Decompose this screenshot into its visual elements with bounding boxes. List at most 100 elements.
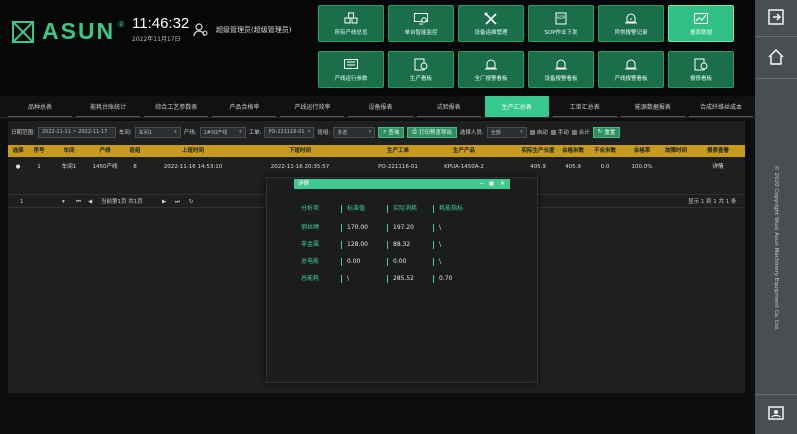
user-info[interactable]: 超级管理员(超级管理员) — [192, 22, 291, 38]
shift-label: 班组: — [317, 130, 331, 136]
dialog-title: 详情 — [298, 181, 310, 187]
tile-production-board[interactable]: 生产看板 — [388, 51, 454, 88]
column-header[interactable]: 下班时间 — [289, 145, 311, 157]
chevron-down-icon: ▾ — [368, 129, 372, 135]
close-icon[interactable]: ✕ — [499, 180, 506, 187]
dashboard-clock-icon — [414, 58, 428, 70]
home-icon — [768, 49, 784, 65]
column-separator — [433, 241, 434, 249]
tile-repair-board[interactable]: 报修看板 — [668, 51, 734, 88]
column-header[interactable]: 合格米数 — [562, 145, 584, 157]
table-header: 选择 序号 车间 产线 班组 上班时间 下班时间 生产工单 生产产品 实际生产长度 合格米数 不合米数… — [8, 145, 745, 157]
tab-3[interactable]: 产品合格率 — [212, 96, 277, 117]
workshop-select[interactable]: 车间1 ▾ — [134, 126, 181, 138]
person-select[interactable]: 全部 ▾ — [486, 126, 527, 138]
tile-report-data[interactable]: 报表数据 — [668, 5, 734, 42]
refresh-icon[interactable]: ↻ — [189, 195, 194, 209]
logo-mark-icon — [12, 20, 34, 43]
next-page-icon[interactable]: ▶ — [162, 195, 166, 209]
column-header[interactable]: 上班时间 — [182, 145, 204, 157]
brand-name: ASUN — [42, 18, 116, 44]
tile-plant-alarm-board[interactable]: 全厂报警看板 — [458, 51, 524, 88]
shift-select[interactable]: 多选 ▾ — [333, 126, 376, 138]
column-separator — [433, 205, 434, 213]
manual-checkbox[interactable]: 手动 — [550, 128, 569, 136]
tile-sop[interactable]: SOP SOP作业下发 — [528, 5, 594, 42]
column-header[interactable]: 车间 — [63, 145, 74, 157]
report-chart-icon — [694, 12, 708, 24]
tab-0[interactable]: 品种总表 — [8, 96, 73, 117]
table-row[interactable]: ● 1 车间1 1450产线 8 2022-11-16 14:53:10 2022-11-1… — [8, 161, 745, 173]
tab-1[interactable]: 能耗台账统计 — [76, 96, 141, 117]
table-cell: PO-221116-01 — [378, 164, 418, 170]
person-label: 选择人员: — [459, 130, 484, 136]
table-cell: 405.9 — [530, 164, 546, 170]
minimize-icon[interactable]: − — [478, 180, 485, 187]
prev-page-icon[interactable]: ◀ — [88, 195, 92, 209]
clock-date: 2022年11月17日 — [132, 36, 181, 43]
user-icon — [193, 23, 208, 37]
column-header[interactable]: 实际生产长度 — [521, 145, 554, 157]
order-select[interactable]: PO-221116-01 ▾ — [264, 126, 315, 138]
tab-7[interactable]: 生产汇总表 — [484, 96, 549, 117]
dialog-cell: 128.00 — [347, 241, 368, 248]
tile-line-params[interactable]: 产线运行参数 — [318, 51, 384, 88]
tab-2[interactable]: 综合工艺参数表 — [144, 96, 209, 117]
last-page-icon[interactable]: ⏭ — [175, 195, 180, 209]
panel-settings-icon — [344, 58, 358, 69]
clock: 11:46:32 2022年11月17日 — [132, 15, 189, 43]
column-header[interactable]: 合格率 — [634, 145, 651, 157]
tile-equipment-alarm-board[interactable]: 设备报警看板 — [528, 51, 594, 88]
tab-4[interactable]: 产线运行效率 — [280, 96, 345, 117]
tile-alarm-records[interactable]: 异常报警记录 — [598, 5, 664, 42]
alarm-board-icon — [555, 59, 567, 69]
sidebar-divider — [755, 394, 797, 395]
line-label: 产线: — [183, 130, 197, 136]
tab-6[interactable]: 试验报表 — [416, 96, 481, 117]
column-header[interactable]: 选择 — [12, 145, 23, 157]
line-select[interactable]: 1#50产线 ▾ — [199, 126, 246, 138]
dialog-cell: 0.00 — [347, 258, 361, 265]
auto-checkbox[interactable]: 自动 — [529, 128, 548, 136]
table-cell: 0.0 — [600, 164, 610, 170]
dialog-cell: 非金属 — [301, 241, 320, 248]
details-link[interactable]: 详情 — [712, 161, 723, 173]
total-checkbox[interactable]: 合计 — [571, 128, 590, 136]
column-header[interactable]: 序号 — [33, 145, 44, 157]
column-header[interactable]: 生产工单 — [387, 145, 409, 157]
column-header[interactable]: 生产产品 — [453, 145, 475, 157]
tab-10[interactable]: 合成纤维丝成本 — [688, 96, 754, 117]
row-radio[interactable]: ● — [16, 161, 21, 173]
filter-bar: 日期范围: 2022-11-11 ~ 2022-11-17 车间: 车间1 ▾ 产… — [8, 125, 745, 139]
column-header[interactable]: 班组 — [129, 145, 140, 157]
column-header[interactable]: 故障时间 — [665, 145, 687, 157]
column-header[interactable]: 不合米数 — [594, 145, 616, 157]
tab-5[interactable]: 设备报表 — [348, 96, 413, 117]
column-separator — [341, 275, 342, 283]
profile-button[interactable] — [755, 396, 797, 430]
first-page-icon[interactable]: ⏮ — [76, 195, 81, 209]
tile-single-monitor[interactable]: 单台智能监控 — [388, 5, 454, 42]
dialog-titlebar: 详情 − ▣ ✕ — [294, 179, 510, 189]
logout-button[interactable] — [755, 0, 797, 34]
column-header[interactable]: 产线 — [99, 145, 110, 157]
dialog-table-row: 总能耗 \ 285.52 0.70 — [301, 274, 531, 284]
tile-equipment-maintenance[interactable]: 设备运维管理 — [458, 5, 524, 42]
maximize-icon[interactable]: ▣ — [488, 180, 495, 187]
query-button[interactable]: ⌕ 查询 — [378, 126, 405, 138]
page-size-dropdown-icon[interactable]: ▾ — [62, 195, 65, 209]
copyright-text: © 2020 Copyright Wuxi Asun Machinery Equ… — [773, 165, 779, 331]
column-header[interactable]: 报表查看 — [707, 145, 729, 157]
tile-all-lines[interactable]: 所有产线总览 — [318, 5, 384, 42]
tab-9[interactable]: 能源数据报表 — [620, 96, 685, 117]
reset-button[interactable]: ↻ 重置 — [592, 126, 621, 138]
home-button[interactable] — [755, 40, 797, 74]
search-icon: ⌕ — [383, 128, 387, 135]
boxes-icon — [344, 12, 358, 23]
tab-8[interactable]: 工单汇总表 — [552, 96, 617, 117]
dialog-cell: 285.52 — [393, 275, 414, 282]
tile-line-alarm-board[interactable]: 产线报警看板 — [598, 51, 664, 88]
date-range-picker[interactable]: 2022-11-11 ~ 2022-11-17 — [37, 126, 116, 138]
page-size[interactable]: 1 — [20, 195, 24, 209]
export-button[interactable]: ⎙ 打印预览导出 — [407, 126, 457, 138]
